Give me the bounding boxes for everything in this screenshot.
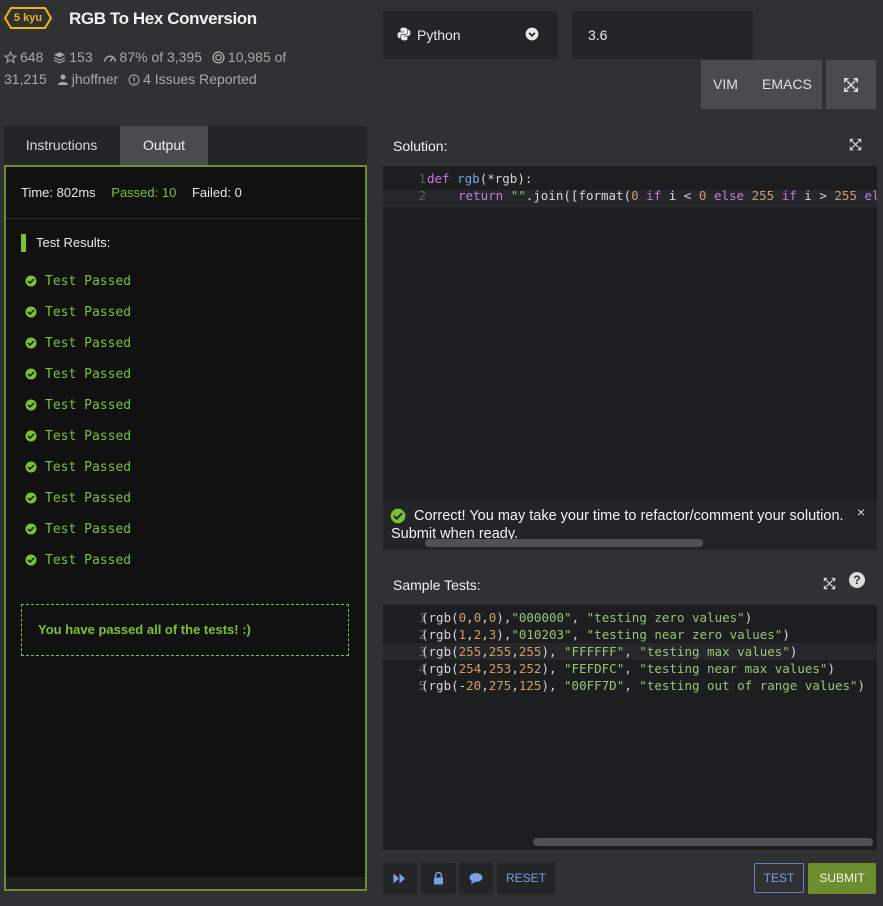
gauge-icon: [103, 55, 116, 62]
check-circle-icon: [25, 275, 37, 287]
user-icon: [57, 74, 68, 85]
test-result-item: Test Passed: [25, 429, 131, 444]
passed-stat: Passed: 10: [111, 185, 177, 200]
issues-link[interactable]: 4 Issues Reported: [128, 71, 257, 87]
sample-tests-header: Sample Tests: ?: [383, 564, 877, 605]
skip-button[interactable]: [383, 863, 417, 894]
language-dropdown[interactable]: Python: [383, 11, 558, 59]
fullscreen-button[interactable]: [826, 60, 876, 109]
version-label: 3.6: [588, 27, 608, 43]
collections-stat[interactable]: 153: [53, 49, 93, 65]
expand-icon[interactable]: [823, 577, 836, 590]
test-result-item: Test Passed: [25, 274, 131, 289]
unlock-solutions-button[interactable]: [421, 863, 456, 894]
python-icon: [397, 27, 411, 41]
help-icon[interactable]: ?: [849, 572, 865, 588]
reset-button[interactable]: RESET: [497, 863, 555, 894]
check-circle-icon: [25, 523, 37, 535]
check-circle-icon: [25, 337, 37, 349]
code-line: (rgb(255,255,255), "FFFFFF", "testing ma…: [421, 644, 798, 659]
code-line: (rgb(0,0,0),"000000", "testing zero valu…: [421, 610, 753, 625]
line-number: 1: [418, 171, 427, 186]
test-result-item: Test Passed: [25, 491, 131, 506]
test-result-item: Test Passed: [25, 336, 131, 351]
test-button[interactable]: TEST: [754, 863, 804, 893]
submit-button[interactable]: SUBMIT: [808, 863, 876, 894]
failed-stat: Failed: 0: [191, 185, 242, 200]
success-message: Correct! You may take your time to refac…: [391, 508, 844, 542]
rank-badge: 5 kyu: [4, 7, 52, 29]
editor-mode-bar: VIM EMACS: [701, 60, 822, 109]
kata-stats: 648 153 87% of 3,395 10,985 of 31,215 jh…: [3, 46, 324, 90]
check-circle-icon: [25, 430, 37, 442]
test-results-heading: Test Results:: [21, 234, 110, 252]
tab-output[interactable]: Output: [120, 126, 208, 165]
sample-tests-title: Sample Tests:: [393, 577, 481, 593]
output-footer: [6, 877, 365, 889]
solution-editor[interactable]: 1 2 def rgb(*rgb): return "".join([forma…: [383, 166, 877, 500]
check-circle-icon: [25, 368, 37, 380]
code-line: (rgb(254,253,252), "FEFDFC", "testing ne…: [421, 661, 835, 676]
kata-title: RGB To Hex Conversion: [69, 9, 257, 28]
chat-icon: [469, 873, 483, 885]
code-line: return "".join([format(0 if i < 0 else 2…: [458, 188, 877, 203]
code-line: (rgb(-20,275,125), "00FF7D", "testing ou…: [421, 678, 866, 693]
alert-circle-icon: [128, 74, 140, 86]
completed-total: 31,215: [4, 71, 47, 87]
layers-icon: [54, 52, 66, 64]
test-result-item: Test Passed: [25, 305, 131, 320]
left-tabs: Instructions Output: [4, 126, 367, 165]
line-number: 2: [418, 188, 427, 203]
test-result-item: Test Passed: [25, 367, 131, 382]
star-icon: [3, 50, 18, 64]
satisfaction-stat: 87% of 3,395: [103, 49, 202, 65]
lock-icon: [434, 872, 443, 885]
discuss-button[interactable]: [459, 863, 493, 894]
check-circle-icon: [25, 492, 37, 504]
chevron-down-circle-icon: [525, 27, 539, 41]
solution-title: Solution:: [393, 138, 448, 154]
language-label: Python: [417, 27, 461, 43]
output-panel: Time: 802ms Passed: 10 Failed: 0 Test Re…: [4, 165, 367, 891]
horizontal-scrollbar[interactable]: [425, 539, 703, 547]
tab-instructions[interactable]: Instructions: [4, 126, 119, 165]
check-circle-icon: [25, 306, 37, 318]
sample-tests-editor[interactable]: 1 2 3 4 5 (rgb(0,0,0),"000000", "testing…: [383, 605, 877, 850]
code-line: def rgb(*rgb):: [427, 171, 533, 186]
stars-stat[interactable]: 648: [3, 49, 43, 65]
output-summary-bar: Time: 802ms Passed: 10 Failed: 0: [6, 167, 365, 219]
sample-tests-footer: [383, 850, 877, 856]
close-icon[interactable]: ×: [857, 504, 865, 520]
completed-stat: 10,985 of: [212, 49, 286, 65]
rank-label: 5 kyu: [13, 12, 43, 24]
target-icon: [212, 51, 225, 64]
time-stat: Time: 802ms: [21, 185, 96, 200]
test-result-item: Test Passed: [25, 460, 131, 475]
solution-header: Solution:: [383, 125, 877, 166]
check-circle-icon: [25, 461, 37, 473]
vim-button[interactable]: VIM: [713, 76, 738, 92]
version-dropdown[interactable]: 3.6: [572, 11, 753, 59]
expand-icon[interactable]: [849, 138, 862, 151]
code-line: (rgb(1,2,3),"010203", "testing near zero…: [421, 627, 790, 642]
test-result-item: Test Passed: [25, 553, 131, 568]
author-link[interactable]: jhoffner: [57, 71, 118, 87]
test-result-item: Test Passed: [25, 398, 131, 413]
check-circle-icon: [25, 554, 37, 566]
fast-forward-icon: [393, 873, 405, 884]
expand-icon: [844, 78, 858, 92]
emacs-button[interactable]: EMACS: [762, 76, 812, 92]
horizontal-scrollbar[interactable]: [533, 838, 873, 846]
all-passed-message: You have passed all of the tests! :): [21, 604, 349, 656]
check-circle-icon: [25, 399, 37, 411]
test-result-item: Test Passed: [25, 522, 131, 537]
success-notice: Correct! You may take your time to refac…: [383, 500, 877, 550]
